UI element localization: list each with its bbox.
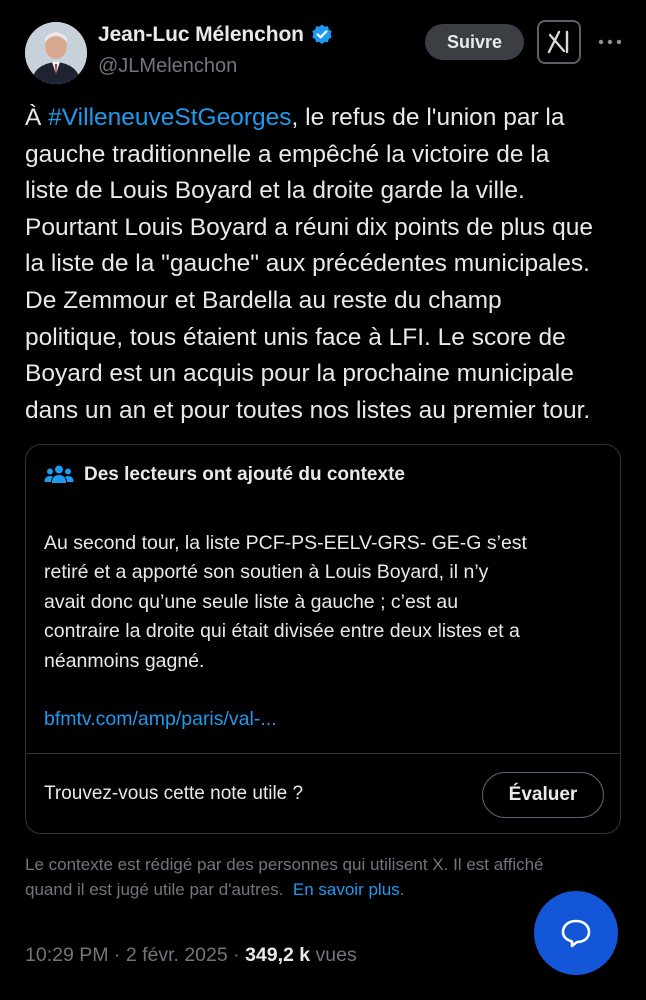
disclaimer-text: quand il est jugé utile par d'autres. (25, 880, 284, 899)
note-line: avait donc qu’une seule liste à gauche ;… (44, 590, 459, 613)
grok-icon (547, 30, 569, 54)
people-icon (44, 465, 74, 483)
tweet-line: la liste de la "gauche" aux précédentes … (25, 250, 590, 278)
community-note-header: Des lecteurs ont ajouté du contexte (44, 463, 405, 487)
grok-button[interactable] (537, 20, 581, 64)
disclaimer-line: Le contexte est rédigé par des personnes… (25, 855, 544, 874)
tweet-text: À #VilleneuveStGeorges, le refus de l'un… (25, 100, 625, 429)
divider (26, 753, 620, 754)
tweet-line: De Zemmour et Bardella au reste du champ (25, 286, 502, 314)
disclaimer-line: quand il est jugé utile par d'autres. En… (25, 877, 625, 902)
community-notes-disclaimer: Le contexte est rédigé par des personnes… (25, 852, 625, 902)
note-helpful-question: Trouvez-vous cette note utile ? (44, 783, 304, 804)
author-name[interactable]: Jean-Luc Mélenchon (98, 23, 304, 47)
more-options-button[interactable] (597, 32, 623, 52)
tweet-line: Boyard est un acquis pour la prochaine m… (25, 360, 574, 388)
tweet-date[interactable]: 2 févr. 2025 (126, 944, 228, 966)
compose-reply-fab[interactable] (534, 891, 618, 975)
tweet-text-fragment: , le refus de l'union par la (291, 104, 565, 131)
views-label: vues (310, 944, 357, 966)
views-count: 349,2 k (245, 944, 311, 966)
avatar[interactable] (25, 22, 87, 84)
more-dots-icon (598, 39, 622, 45)
tweet-line: dans un an et pour toutes nos listes au … (25, 396, 591, 424)
community-note-card: Des lecteurs ont ajouté du contexte Au s… (25, 444, 621, 834)
chat-bubble-icon (561, 919, 591, 948)
tweet-meta: 10:29 PM · 2 févr. 2025 · 349,2 k vues (25, 944, 357, 967)
meta-separator: · (108, 944, 126, 966)
tweet-line: gauche traditionnelle a empêché la victo… (25, 140, 550, 168)
tweet-line: Pourtant Louis Boyard a réuni dix points… (25, 213, 593, 241)
tweet-line: politique, tous étaient unis face à LFI.… (25, 323, 566, 351)
note-line: retiré et a apporté son soutien à Louis … (44, 561, 489, 584)
author-name-row: Jean-Luc Mélenchon (98, 23, 334, 47)
tweet-time[interactable]: 10:29 PM (25, 944, 108, 966)
community-note-source-link[interactable]: bfmtv.com/amp/paris/val-... (44, 708, 277, 731)
community-note-body: Au second tour, la liste PCF-PS-EELV-GRS… (44, 529, 609, 676)
follow-button[interactable]: Suivre (425, 24, 524, 60)
rate-note-button[interactable]: Évaluer (482, 772, 604, 818)
tweet-line: liste de Louis Boyard et la droite garde… (25, 177, 525, 205)
verified-badge-icon[interactable] (310, 23, 334, 47)
tweet-header: Jean-Luc Mélenchon @JLMelenchon Suivre (25, 20, 625, 84)
note-line: contraire la droite qui était divisée en… (44, 620, 520, 643)
community-note-title: Des lecteurs ont ajouté du contexte (84, 464, 405, 485)
hashtag-link[interactable]: #VilleneuveStGeorges (48, 104, 291, 131)
tweet-text-fragment: À (25, 104, 49, 131)
author-handle[interactable]: @JLMelenchon (98, 55, 237, 78)
learn-more-link[interactable]: En savoir plus (293, 880, 400, 899)
disclaimer-period: . (399, 880, 405, 899)
note-line: néanmoins gagné. (44, 649, 205, 672)
tweet-line: À #VilleneuveStGeorges, le refus de l'un… (25, 100, 625, 137)
avatar-image (25, 22, 87, 84)
note-line: Au second tour, la liste PCF-PS-EELV-GRS… (44, 532, 527, 554)
meta-separator: · (227, 944, 246, 966)
